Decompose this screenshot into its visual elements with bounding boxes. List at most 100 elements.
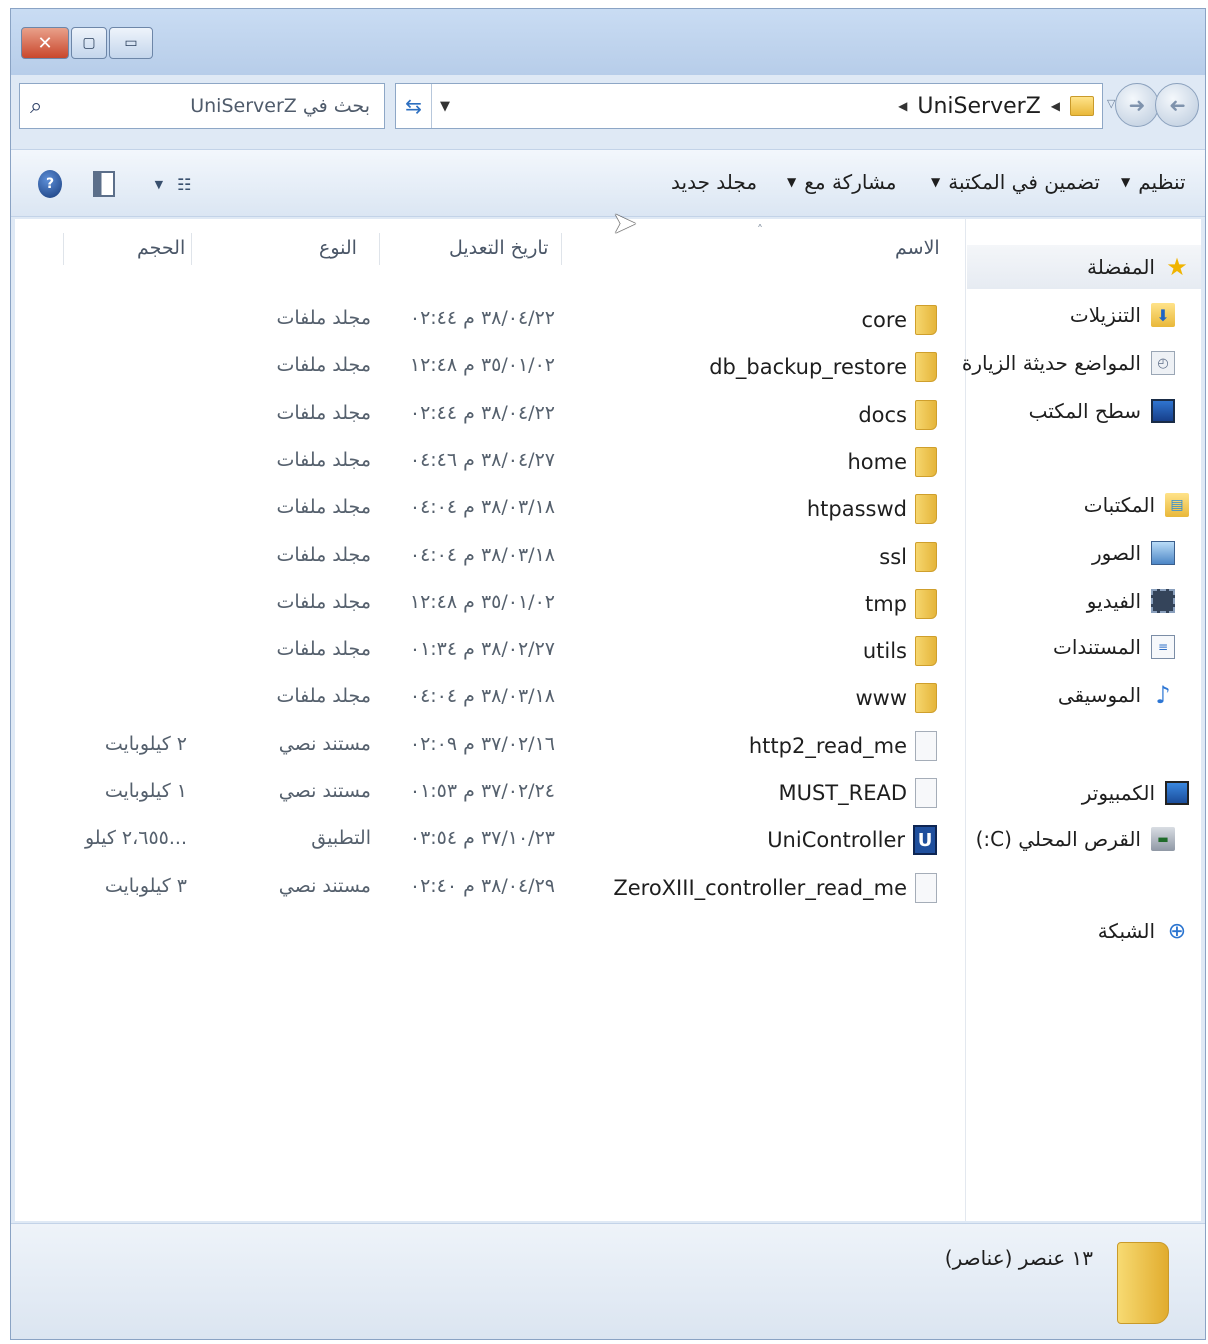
address-dropdown-button[interactable]: ▼ <box>432 99 458 114</box>
table-row[interactable]: home ٣٨/٠٤/٢٧ م ٠٤:٤٦ مجلد ملفات <box>15 439 963 485</box>
nav-item-downloads[interactable]: ⬇ التنزيلات <box>1070 303 1175 327</box>
search-icon[interactable]: ⌕ <box>30 94 42 119</box>
column-header-name[interactable]: الاسم <box>895 237 940 259</box>
date-modified-cell: ٣٨/٠٣/١٨ م ٠٤:٠٤ <box>409 496 555 519</box>
chevron-down-icon: ▼ <box>1121 175 1131 189</box>
type-cell: مستند نصي <box>278 732 371 755</box>
column-separator[interactable] <box>63 233 64 265</box>
nav-item-recent-places[interactable]: ◴ المواضع حديثة الزيارة <box>962 351 1175 375</box>
file-name-cell[interactable]: http2_read_me <box>749 730 937 761</box>
include-in-library-button[interactable]: تضمين في المكتبة ▼ <box>931 170 1100 194</box>
column-separator[interactable] <box>379 233 380 265</box>
breadcrumb: ◀ UniServerZ ◀ <box>458 94 1102 119</box>
folder-icon <box>915 541 937 572</box>
size-cell: ٢ كيلوبايت <box>104 732 187 755</box>
date-modified-cell: ٣٨/٠٤/٢٧ م ٠٤:٤٦ <box>409 448 555 471</box>
file-name: MUST_READ <box>778 781 907 805</box>
folder-icon <box>915 494 937 525</box>
nav-item-pictures[interactable]: الصور <box>1092 541 1175 565</box>
address-bar[interactable]: ⇆ ▼ ◀ UniServerZ ◀ <box>395 83 1103 129</box>
search-input[interactable]: ⌕ بحث في UniServerZ <box>19 83 385 129</box>
table-row[interactable]: ssl ٣٨/٠٣/١٨ م ٠٤:٠٤ مجلد ملفات <box>15 534 963 580</box>
column-header-date-modified[interactable]: تاريخ التعديل <box>449 237 548 259</box>
breadcrumb-root-arrow-icon[interactable]: ◀ <box>1051 99 1060 113</box>
column-header-size[interactable]: الحجم <box>137 237 185 259</box>
computer-icon <box>1165 781 1189 805</box>
nav-item-music[interactable]: ♪ الموسيقى <box>1058 681 1175 709</box>
type-cell: مجلد ملفات <box>276 685 372 708</box>
nav-item-videos[interactable]: الفيديو <box>1087 589 1175 613</box>
folder-icon <box>915 446 937 477</box>
close-button[interactable]: ✕ <box>21 27 69 59</box>
close-icon: ✕ <box>37 32 53 54</box>
size-cell: ...٢،٦٥٥ كيلو <box>84 827 187 850</box>
new-folder-button[interactable]: مجلد جديد <box>671 170 757 194</box>
minimize-button[interactable]: ▭ <box>109 27 153 59</box>
help-button[interactable]: ? <box>35 168 65 200</box>
nav-label-desktop: سطح المكتب <box>1028 399 1141 423</box>
nav-label-downloads: التنزيلات <box>1069 303 1141 327</box>
back-button[interactable]: ➜ <box>1155 83 1199 127</box>
nav-item-local-disk[interactable]: ▬ القرص المحلي (C:) <box>976 827 1175 851</box>
table-row[interactable]: www ٣٨/٠٣/١٨ م ٠٤:٠٤ مجلد ملفات <box>15 675 963 721</box>
change-view-button[interactable]: ▼ ☷ <box>143 168 203 200</box>
file-name-cell[interactable]: utils <box>863 636 937 667</box>
nav-item-favorites[interactable]: ★ المفضلة <box>967 245 1201 289</box>
organize-button[interactable]: تنظيم ▼ <box>1121 170 1186 194</box>
folder-icon <box>915 305 937 335</box>
preview-pane-button[interactable] <box>91 168 117 200</box>
table-row[interactable]: http2_read_me ٣٧/٠٢/١٦ م ٠٢:٠٩ مستند نصي ٢ … <box>15 723 963 769</box>
nav-item-computer[interactable]: الكمبيوتر <box>1082 781 1189 805</box>
file-name-cell[interactable]: docs <box>858 399 937 430</box>
new-folder-label: مجلد جديد <box>671 170 758 194</box>
music-icon: ♪ <box>1155 681 1171 709</box>
nav-item-network[interactable]: ⊕ الشبكة <box>1098 919 1189 944</box>
chevron-down-icon: ▼ <box>154 177 164 191</box>
breadcrumb-item-uniserverz[interactable]: UniServerZ <box>917 94 1040 119</box>
forward-button[interactable]: ➜ <box>1115 83 1159 127</box>
type-cell: مجلد ملفات <box>276 448 372 471</box>
type-cell: مجلد ملفات <box>276 307 372 329</box>
mouse-cursor-icon: ➤ <box>612 206 638 241</box>
file-name-cell[interactable]: tmp <box>864 588 937 619</box>
nav-item-documents[interactable]: ≡ المستندات <box>1053 635 1175 659</box>
table-row[interactable]: core ٣٨/٠٤/٢٢ م ٠٢:٤٤ مجلد ملفات <box>15 297 963 343</box>
maximize-button[interactable]: ▢ <box>71 27 107 59</box>
table-row[interactable]: ZeroXIII_controller_read_me ٣٨/٠٤/٢٩ م ٠٢… <box>15 865 963 911</box>
file-name-cell[interactable]: ssl <box>879 541 937 572</box>
file-name-cell[interactable]: core <box>861 305 937 335</box>
nav-item-libraries[interactable]: ▤ المكتبات <box>1084 493 1189 517</box>
file-name-cell[interactable]: ZeroXIII_controller_read_me <box>613 872 937 903</box>
table-row[interactable]: docs ٣٨/٠٤/٢٢ م ٠٢:٤٤ مجلد ملفات <box>15 392 963 438</box>
item-count: ١٣ عنصر (عناصر) <box>944 1246 1093 1270</box>
folder-icon <box>1117 1242 1169 1324</box>
table-row[interactable]: db_backup_restore ٣٥/٠١/٠٢ م ١٢:٤٨ مجلد مل… <box>15 344 963 390</box>
column-separator[interactable] <box>561 233 562 265</box>
nav-label-libraries: المكتبات <box>1083 493 1155 517</box>
file-name-cell[interactable]: db_backup_restore <box>709 352 937 383</box>
type-cell: مجلد ملفات <box>276 590 372 613</box>
file-name: tmp <box>864 591 907 616</box>
share-with-button[interactable]: مشاركة مع ▼ <box>787 170 897 194</box>
table-row[interactable]: MUST_READ ٣٧/٠٢/٢٤ م ٠١:٥٣ مستند نصي ١ كيلو… <box>15 770 963 816</box>
column-separator[interactable] <box>191 233 192 265</box>
file-name-cell[interactable]: htpasswd <box>807 494 937 525</box>
refresh-button[interactable]: ⇆ <box>396 84 432 128</box>
downloads-icon: ⬇ <box>1151 303 1175 327</box>
file-name-cell[interactable]: www <box>855 683 937 714</box>
file-name: core <box>861 308 908 332</box>
table-row[interactable]: htpasswd ٣٨/٠٣/١٨ م ٠٤:٠٤ مجلد ملفات <box>15 486 963 532</box>
file-name-cell[interactable]: home <box>847 446 937 477</box>
breadcrumb-arrow-icon[interactable]: ◀ <box>898 99 907 113</box>
file-name-cell[interactable]: UniController U <box>767 825 937 856</box>
nav-item-desktop[interactable]: سطح المكتب <box>1029 399 1175 423</box>
table-row[interactable]: utils ٣٨/٠٢/٢٧ م ٠١:٣٤ مجلد ملفات <box>15 628 963 674</box>
file-name-cell[interactable]: MUST_READ <box>778 778 937 808</box>
search-placeholder: بحث في UniServerZ <box>190 95 370 117</box>
table-row[interactable]: UniController U ٣٧/١٠/٢٣ م ٠٣:٥٤ التطبيق...… <box>15 817 963 863</box>
command-bar: ? ▼ ☷ مجلد جديد مشاركة مع ▼ تضمين في المك… <box>11 149 1205 217</box>
date-modified-cell: ٣٧/١٠/٢٣ م ٠٣:٥٤ <box>409 827 555 850</box>
column-header-type[interactable]: النوع <box>319 237 357 259</box>
table-row[interactable]: tmp ٣٥/٠١/٠٢ م ١٢:٤٨ مجلد ملفات <box>15 581 963 627</box>
sort-indicator-icon: ˄ <box>757 223 763 237</box>
